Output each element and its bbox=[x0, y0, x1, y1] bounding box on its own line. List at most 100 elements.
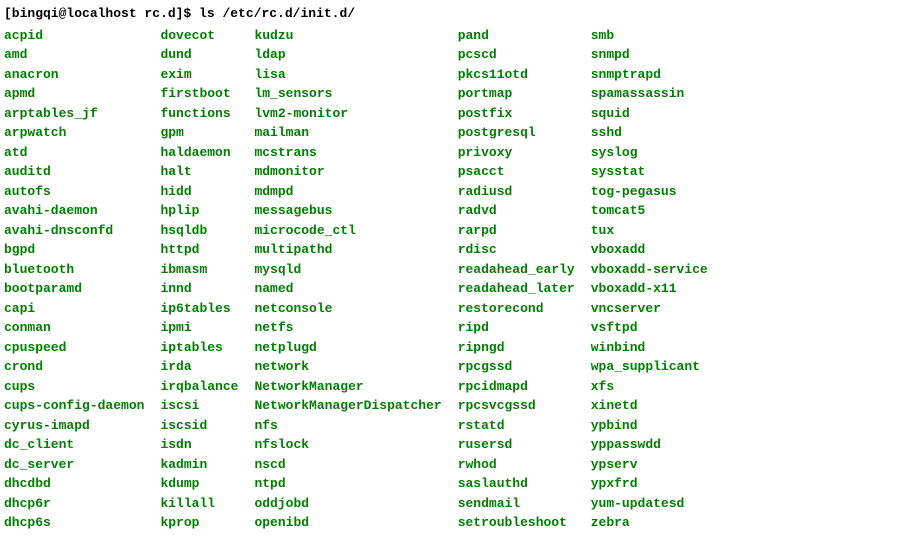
ls-entry: syslog bbox=[591, 143, 708, 163]
ls-entry: zebra bbox=[591, 513, 708, 533]
ls-entry: exim bbox=[160, 65, 238, 85]
ls-entry: winbind bbox=[591, 338, 708, 358]
ls-entry: lisa bbox=[254, 65, 441, 85]
ls-entry: rpcidmapd bbox=[458, 377, 575, 397]
shell-command: ls /etc/rc.d/init.d/ bbox=[199, 6, 355, 21]
ls-entry: sshd bbox=[591, 123, 708, 143]
ls-entry: pand bbox=[458, 26, 575, 46]
ls-entry: vboxadd-x11 bbox=[591, 279, 708, 299]
ls-entry: ypserv bbox=[591, 455, 708, 475]
ls-entry: saslauthd bbox=[458, 474, 575, 494]
ls-entry: rstatd bbox=[458, 416, 575, 436]
ls-entry: mailman bbox=[254, 123, 441, 143]
ls-entry: kadmin bbox=[160, 455, 238, 475]
ls-entry: network bbox=[254, 357, 441, 377]
ls-entry: dund bbox=[160, 45, 238, 65]
ls-entry: sendmail bbox=[458, 494, 575, 514]
ls-entry: postfix bbox=[458, 104, 575, 124]
ls-entry: anacron bbox=[4, 65, 144, 85]
ls-entry: spamassassin bbox=[591, 84, 708, 104]
ls-entry: apmd bbox=[4, 84, 144, 104]
ls-entry: capi bbox=[4, 299, 144, 319]
ls-entry: arpwatch bbox=[4, 123, 144, 143]
ls-entry: avahi-daemon bbox=[4, 201, 144, 221]
ls-entry: isdn bbox=[160, 435, 238, 455]
ls-entry: conman bbox=[4, 318, 144, 338]
ls-entry: gpm bbox=[160, 123, 238, 143]
ls-entry: netconsole bbox=[254, 299, 441, 319]
ls-entry: cups bbox=[4, 377, 144, 397]
ls-entry: setroubleshoot bbox=[458, 513, 575, 533]
ls-entry: pkcs11otd bbox=[458, 65, 575, 85]
ls-entry: dovecot bbox=[160, 26, 238, 46]
ls-entry: readahead_later bbox=[458, 279, 575, 299]
ls-entry: hidd bbox=[160, 182, 238, 202]
ls-entry: sysstat bbox=[591, 162, 708, 182]
ls-entry: ipmi bbox=[160, 318, 238, 338]
ls-entry: mdmonitor bbox=[254, 162, 441, 182]
ls-entry: nscd bbox=[254, 455, 441, 475]
ls-entry: halt bbox=[160, 162, 238, 182]
ls-entry: ldap bbox=[254, 45, 441, 65]
ls-entry: ypxfrd bbox=[591, 474, 708, 494]
ls-column-5: smbsnmpdsnmptrapdspamassassinsquidsshdsy… bbox=[591, 26, 708, 533]
ls-entry: microcode_ctl bbox=[254, 221, 441, 241]
ls-entry: amd bbox=[4, 45, 144, 65]
ls-entry: openibd bbox=[254, 513, 441, 533]
ls-entry: oddjobd bbox=[254, 494, 441, 514]
ls-entry: cpuspeed bbox=[4, 338, 144, 358]
ls-entry: restorecond bbox=[458, 299, 575, 319]
ls-entry: tomcat5 bbox=[591, 201, 708, 221]
ls-entry: avahi-dnsconfd bbox=[4, 221, 144, 241]
ls-output: acpidamdanacronapmdarptables_jfarpwatcha… bbox=[4, 26, 910, 533]
ls-entry: readahead_early bbox=[458, 260, 575, 280]
ls-entry: ypbind bbox=[591, 416, 708, 436]
ls-entry: messagebus bbox=[254, 201, 441, 221]
ls-entry: bootparamd bbox=[4, 279, 144, 299]
ls-entry: httpd bbox=[160, 240, 238, 260]
ls-entry: irqbalance bbox=[160, 377, 238, 397]
ls-entry: vncserver bbox=[591, 299, 708, 319]
ls-entry: privoxy bbox=[458, 143, 575, 163]
ls-entry: rusersd bbox=[458, 435, 575, 455]
ls-entry: tog-pegasus bbox=[591, 182, 708, 202]
ls-entry: yum-updatesd bbox=[591, 494, 708, 514]
ls-entry: iscsi bbox=[160, 396, 238, 416]
ls-entry: innd bbox=[160, 279, 238, 299]
ls-entry: netfs bbox=[254, 318, 441, 338]
ls-entry: dhcdbd bbox=[4, 474, 144, 494]
ls-entry: vboxadd bbox=[591, 240, 708, 260]
ls-entry: vboxadd-service bbox=[591, 260, 708, 280]
ls-entry: killall bbox=[160, 494, 238, 514]
ls-entry: ripd bbox=[458, 318, 575, 338]
ls-entry: squid bbox=[591, 104, 708, 124]
ls-entry: atd bbox=[4, 143, 144, 163]
ls-entry: lvm2-monitor bbox=[254, 104, 441, 124]
ls-entry: vsftpd bbox=[591, 318, 708, 338]
ls-entry: tux bbox=[591, 221, 708, 241]
ls-entry: auditd bbox=[4, 162, 144, 182]
ls-entry: dc_server bbox=[4, 455, 144, 475]
ls-entry: ntpd bbox=[254, 474, 441, 494]
ls-entry: named bbox=[254, 279, 441, 299]
ls-column-2: dovecotdundeximfirstbootfunctionsgpmhald… bbox=[160, 26, 238, 533]
ls-entry: dhcp6r bbox=[4, 494, 144, 514]
ls-entry: bluetooth bbox=[4, 260, 144, 280]
ls-entry: acpid bbox=[4, 26, 144, 46]
ls-entry: mdmpd bbox=[254, 182, 441, 202]
ls-entry: irda bbox=[160, 357, 238, 377]
shell-prompt: [bingqi@localhost rc.d]$ bbox=[4, 6, 199, 21]
ls-entry: rpcgssd bbox=[458, 357, 575, 377]
ls-entry: rdisc bbox=[458, 240, 575, 260]
ls-entry: ip6tables bbox=[160, 299, 238, 319]
ls-entry: cyrus-imapd bbox=[4, 416, 144, 436]
ls-entry: NetworkManager bbox=[254, 377, 441, 397]
ls-entry: crond bbox=[4, 357, 144, 377]
ls-entry: ripngd bbox=[458, 338, 575, 358]
ls-entry: kprop bbox=[160, 513, 238, 533]
ls-entry: dc_client bbox=[4, 435, 144, 455]
ls-entry: lm_sensors bbox=[254, 84, 441, 104]
ls-entry: arptables_jf bbox=[4, 104, 144, 124]
ls-entry: iscsid bbox=[160, 416, 238, 436]
ls-column-4: pandpcscdpkcs11otdportmappostfixpostgres… bbox=[458, 26, 575, 533]
